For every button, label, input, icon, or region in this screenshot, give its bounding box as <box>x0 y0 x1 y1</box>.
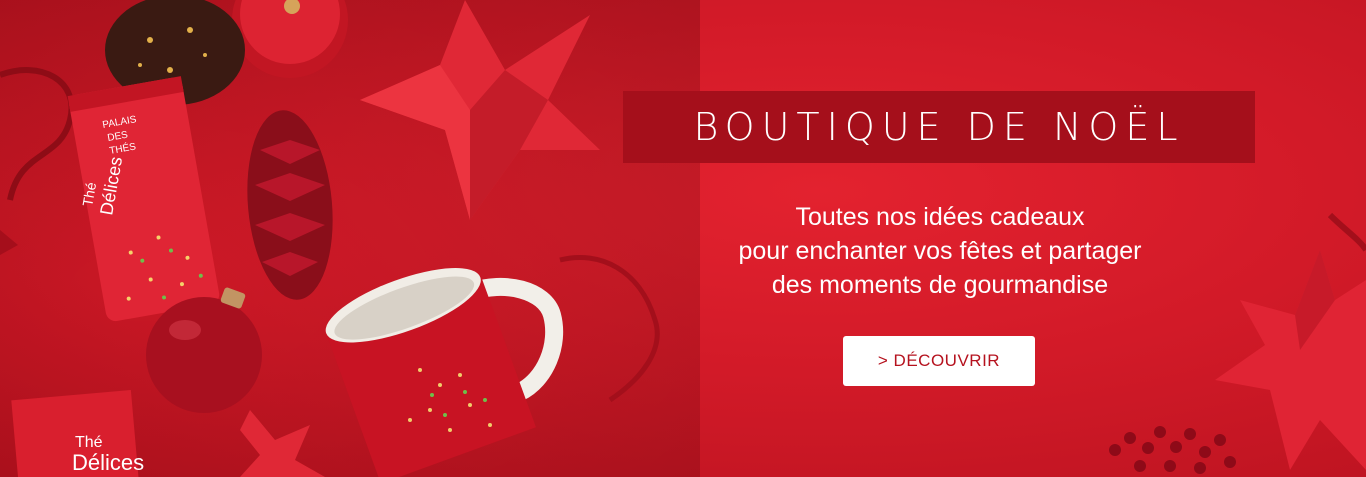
page-title: BOUTIQUE DE NOËL <box>693 105 1185 149</box>
berries-icon <box>1109 426 1236 474</box>
ribbon-fold-icon <box>0 230 18 255</box>
discover-button[interactable]: > DÉCOUVRIR <box>843 336 1035 386</box>
star-decoration-icon <box>360 0 600 220</box>
hero-banner[interactable]: PALAIS DES THÉS Thé Délices Thé Délices … <box>0 0 1366 477</box>
tea-lid-icon <box>232 0 348 78</box>
banner-subtitle: Toutes nos idées cadeaux pour enchanter … <box>640 200 1240 302</box>
title-box: BOUTIQUE DE NOËL <box>623 91 1255 163</box>
pine-cone-icon <box>247 110 333 300</box>
small-star-icon <box>240 410 325 477</box>
subtitle-line-1: Toutes nos idées cadeaux <box>795 203 1085 231</box>
sachet-name-line-2: Délices <box>72 450 144 475</box>
mug-icon <box>325 268 564 477</box>
subtitle-line-2: pour enchanter vos fêtes et partager <box>738 237 1142 265</box>
ribbon-icon <box>0 67 75 201</box>
sachet-name-line-1: Thé <box>75 434 103 451</box>
subtitle-line-3: des moments de gourmandise <box>771 271 1109 299</box>
ribbon-icon <box>1327 212 1366 252</box>
